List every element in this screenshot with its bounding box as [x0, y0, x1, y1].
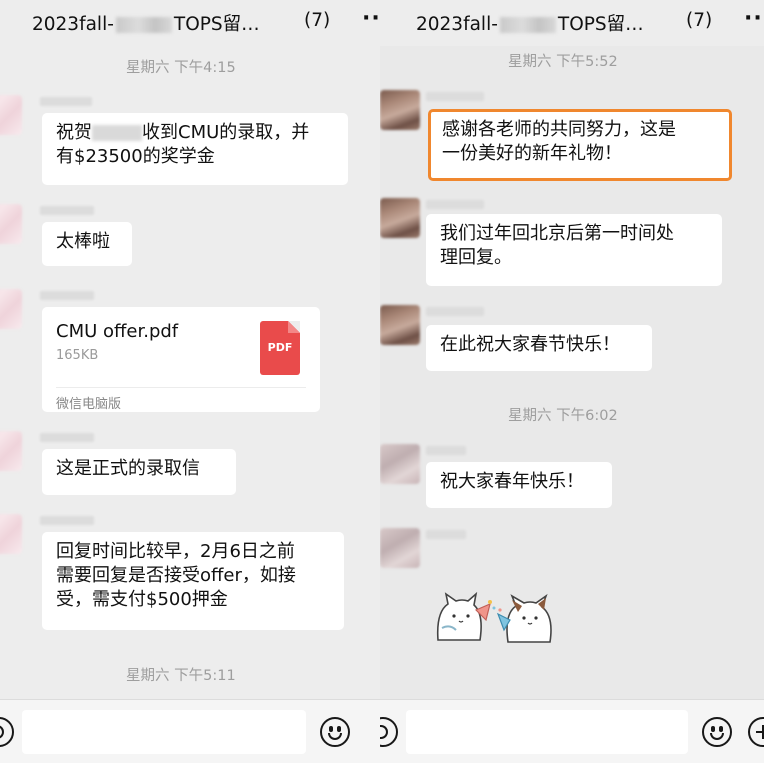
- emoji-icon[interactable]: [702, 717, 732, 747]
- redacted-name: [92, 125, 142, 141]
- message-input[interactable]: [22, 710, 306, 754]
- timestamp: 星期六 下午5:52: [508, 54, 618, 70]
- avatar[interactable]: [380, 305, 420, 345]
- sender-name: [40, 433, 94, 442]
- avatar[interactable]: [0, 431, 22, 471]
- member-count: (7): [304, 10, 331, 31]
- timestamp: 星期六 下午5:11: [126, 668, 236, 684]
- avatar[interactable]: [0, 95, 22, 135]
- sender-name: [426, 200, 484, 209]
- message-bubble[interactable]: 在此祝大家春节快乐！: [426, 325, 652, 371]
- sender-name: [426, 92, 484, 101]
- input-bar: [380, 699, 764, 763]
- divider: [56, 387, 306, 388]
- chat-header: 2023fall- TOPS留… (7) ··: [0, 0, 380, 46]
- file-name: CMU offer.pdf: [56, 321, 179, 342]
- avatar[interactable]: [0, 289, 22, 329]
- chat-title[interactable]: 2023fall- TOPS留…: [32, 10, 260, 36]
- sender-name: [40, 206, 94, 215]
- chat-panel-right: 2023fall- TOPS留… (7) ·· 星期六 下午5:52 感谢各老师的…: [380, 0, 764, 763]
- voice-icon[interactable]: [0, 717, 14, 747]
- sender-name: [40, 291, 94, 300]
- emoji-icon[interactable]: [320, 717, 350, 747]
- file-size: 165KB: [56, 348, 99, 363]
- avatar[interactable]: [380, 90, 420, 130]
- message-bubble[interactable]: 太棒啦: [42, 222, 132, 266]
- sender-name: [40, 516, 94, 525]
- voice-icon[interactable]: [380, 717, 398, 747]
- message-bubble[interactable]: 回复时间比较早，2月6日之前 需要回复是否接受offer，如接 受，需支付$50…: [42, 532, 344, 630]
- message-bubble[interactable]: 这是正式的录取信: [42, 449, 236, 495]
- input-bar: [0, 699, 380, 763]
- highlighted-message-bubble[interactable]: 感谢各老师的共同努力，这是 一份美好的新年礼物！: [428, 109, 732, 181]
- chat-title[interactable]: 2023fall- TOPS留…: [416, 10, 644, 36]
- avatar[interactable]: [380, 528, 420, 568]
- avatar[interactable]: [0, 514, 22, 554]
- file-message[interactable]: CMU offer.pdf 165KB PDF 微信电脑版: [42, 307, 320, 412]
- pdf-icon: PDF: [260, 321, 300, 375]
- message-bubble[interactable]: 祝贺 收到CMU的录取，并 有$23500的奖学金: [42, 113, 348, 185]
- more-icon[interactable]: ··: [362, 6, 380, 31]
- file-source: 微信电脑版: [56, 397, 122, 412]
- timestamp: 星期六 下午4:15: [126, 60, 236, 76]
- message-bubble[interactable]: 祝大家春年快乐！: [426, 462, 612, 508]
- more-icon[interactable]: ··: [744, 6, 763, 31]
- avatar[interactable]: [380, 198, 420, 238]
- sender-name: [426, 530, 466, 539]
- sender-name: [426, 307, 484, 316]
- redacted-name: [115, 17, 172, 33]
- message-bubble[interactable]: 我们过年回北京后第一时间处 理回复。: [426, 214, 722, 286]
- plus-icon[interactable]: [748, 717, 764, 747]
- sender-name: [40, 97, 92, 106]
- chat-panel-left: 2023fall- TOPS留… (7) ·· 星期六 下午4:15 祝贺 收到CM…: [0, 0, 380, 763]
- message-input[interactable]: [406, 710, 688, 754]
- avatar[interactable]: [380, 444, 420, 484]
- chat-header: 2023fall- TOPS留… (7) ··: [380, 0, 764, 46]
- celebration-cats-sticker[interactable]: [432, 590, 558, 646]
- sender-name: [426, 446, 466, 455]
- avatar[interactable]: [0, 204, 22, 244]
- redacted-name: [499, 17, 556, 33]
- member-count: (7): [686, 10, 713, 31]
- timestamp: 星期六 下午6:02: [508, 408, 618, 424]
